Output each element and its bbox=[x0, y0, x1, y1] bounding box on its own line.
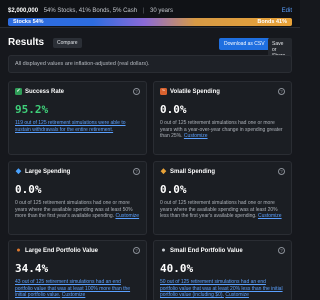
card-title: ◆ Large Spending bbox=[15, 168, 140, 175]
simulations-link[interactable]: 50 out of 125 retirement simulations had… bbox=[160, 279, 283, 298]
customize-link[interactable]: Customize bbox=[225, 292, 249, 298]
small-end-icon: ● bbox=[161, 247, 166, 254]
allocation-bar: Stocks 54% Bonds 41% bbox=[8, 18, 292, 26]
card-description: 0 out of 125 retirement simulations had … bbox=[160, 200, 285, 220]
summary-text: $2,000,000 54% Stocks, 41% Bonds, 5% Cas… bbox=[8, 8, 173, 14]
success-icon: ✓ bbox=[15, 88, 22, 95]
inflation-note: All displayed values are inflation-adjus… bbox=[8, 55, 292, 73]
card-title-text: Small Spending bbox=[170, 168, 216, 175]
large-end-icon: ● bbox=[16, 247, 21, 254]
volatile-spending-value: 0.0% bbox=[160, 103, 187, 116]
card-description: 0 out of 125 retirement simulations had … bbox=[160, 120, 285, 140]
separator: | bbox=[142, 8, 145, 14]
card-title: ◆ Small Spending bbox=[160, 168, 285, 175]
success-rate-value: 95.2% bbox=[15, 103, 49, 116]
card-title: ✓ Success Rate bbox=[15, 88, 140, 95]
card-description: 43 out of 125 retirement simulations had… bbox=[15, 279, 140, 299]
help-icon[interactable]: ? bbox=[133, 168, 140, 175]
help-icon[interactable]: ? bbox=[133, 247, 140, 254]
help-icon[interactable]: ? bbox=[133, 88, 140, 95]
portfolio-amount: $2,000,000 bbox=[8, 8, 39, 14]
card-title: ● Small End Portfolio Value bbox=[160, 247, 285, 254]
simulations-link[interactable]: 119 out of 125 retirement simulations we… bbox=[15, 120, 126, 133]
help-icon[interactable]: ? bbox=[278, 88, 285, 95]
large-spending-value: 0.0% bbox=[15, 183, 42, 196]
customize-link[interactable]: Customize bbox=[115, 213, 139, 219]
small-spending-icon: ◆ bbox=[160, 168, 167, 175]
card-title: ~ Volatile Spending bbox=[160, 88, 285, 95]
card-title-text: Small End Portfolio Value bbox=[170, 247, 243, 254]
results-header: Results Compare Download as CSV Save or … bbox=[8, 36, 292, 62]
card-description: 119 out of 125 retirement simulations we… bbox=[15, 120, 140, 133]
small-end-portfolio-card: ● Small End Portfolio Value ? 40.0% 50 o… bbox=[153, 240, 292, 300]
help-icon[interactable]: ? bbox=[278, 168, 285, 175]
card-title: ● Large End Portfolio Value bbox=[15, 247, 140, 254]
card-title-text: Volatile Spending bbox=[170, 88, 220, 95]
small-spending-card: ◆ Small Spending ? 0.0% 0 out of 125 ret… bbox=[153, 161, 292, 235]
description-text: 0 out of 125 retirement simulations had … bbox=[160, 120, 283, 140]
diamond-icon: ◆ bbox=[15, 168, 22, 175]
large-end-portfolio-card: ● Large End Portfolio Value ? 34.4% 43 o… bbox=[8, 240, 147, 300]
download-csv-button[interactable]: Download as CSV bbox=[219, 38, 270, 50]
compare-button[interactable]: Compare bbox=[53, 38, 82, 48]
card-title-text: Large End Portfolio Value bbox=[25, 247, 99, 254]
small-end-value: 40.0% bbox=[160, 262, 194, 275]
customize-link[interactable]: Customize bbox=[184, 133, 208, 139]
success-rate-card: ✓ Success Rate ? 95.2% 119 out of 125 re… bbox=[8, 81, 147, 155]
large-spending-card: ◆ Large Spending ? 0.0% 0 out of 125 ret… bbox=[8, 161, 147, 235]
large-end-value: 34.4% bbox=[15, 262, 49, 275]
allocation-text: 54% Stocks, 41% Bonds, 5% Cash bbox=[43, 8, 138, 14]
simulation-summary-bar: $2,000,000 54% Stocks, 41% Bonds, 5% Cas… bbox=[0, 0, 300, 28]
help-icon[interactable]: ? bbox=[278, 247, 285, 254]
card-title-text: Large Spending bbox=[25, 168, 71, 175]
card-description: 0 out of 125 retirement simulations had … bbox=[15, 200, 140, 220]
duration-text: 30 years bbox=[150, 8, 174, 14]
volatile-icon: ~ bbox=[160, 88, 167, 95]
card-description: 50 out of 125 retirement simulations had… bbox=[160, 279, 285, 299]
page-title: Results bbox=[8, 37, 45, 48]
card-title-text: Success Rate bbox=[25, 88, 65, 95]
volatile-spending-card: ~ Volatile Spending ? 0.0% 0 out of 125 … bbox=[153, 81, 292, 155]
stocks-label: Stocks 54% bbox=[13, 19, 44, 25]
customize-link[interactable]: Customize bbox=[62, 292, 86, 298]
edit-link[interactable]: Edit bbox=[282, 8, 292, 14]
customize-link[interactable]: Customize bbox=[258, 213, 282, 219]
small-spending-value: 0.0% bbox=[160, 183, 187, 196]
bonds-label: Bonds 41% bbox=[257, 19, 287, 25]
